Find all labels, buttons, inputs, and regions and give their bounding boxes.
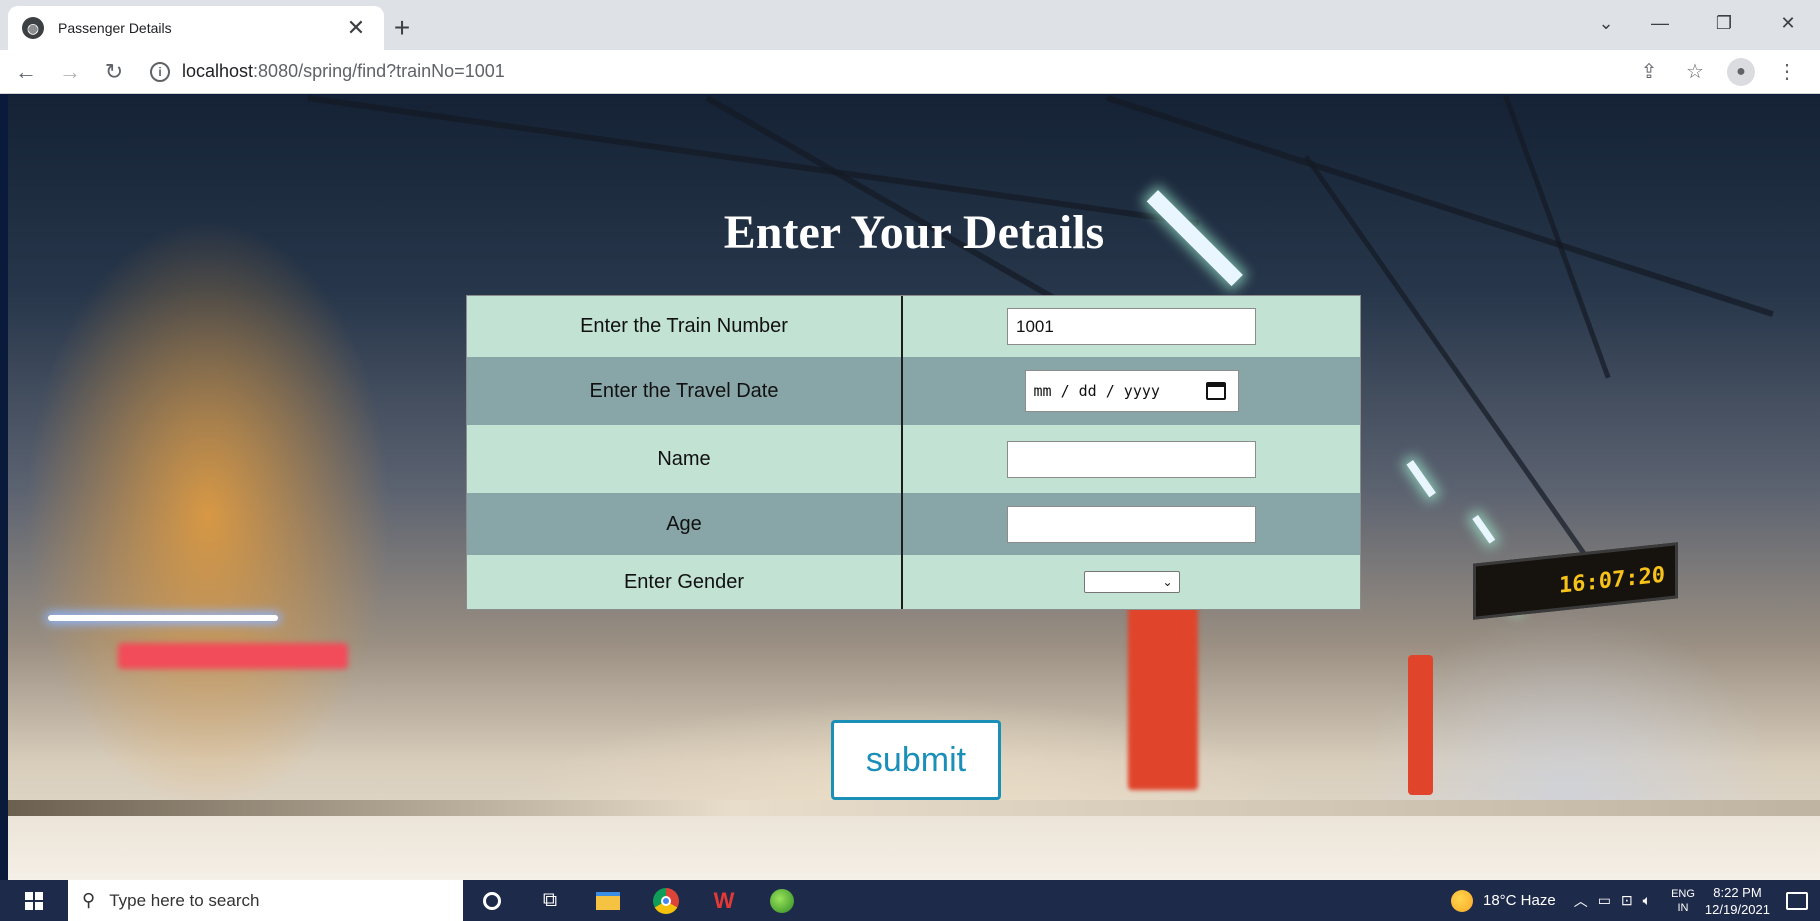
network-icon[interactable]: ⊡ xyxy=(1621,892,1633,909)
date-placeholder: mm / dd / yyyy xyxy=(1033,382,1160,400)
profile-avatar-icon: ● xyxy=(1727,57,1755,86)
new-tab-button[interactable]: + xyxy=(384,10,420,46)
gender-select[interactable]: ⌄ xyxy=(1083,571,1180,593)
age-input[interactable] xyxy=(1007,505,1256,543)
lang-top: ENG xyxy=(1671,887,1695,900)
address-bar[interactable]: i localhost :8080/spring/find?trainNo=10… xyxy=(142,54,1626,90)
restore-icon[interactable]: ❐ xyxy=(1692,0,1756,46)
chrome-button[interactable] xyxy=(637,880,695,921)
form-row-name: Name xyxy=(467,425,1360,493)
forward-arrow-icon[interactable]: → xyxy=(52,54,88,90)
passenger-form-table: Enter the Train Number Enter the Travel … xyxy=(466,295,1361,610)
departure-board: 16:07:20 xyxy=(1473,542,1678,620)
submit-button[interactable]: submit xyxy=(831,720,1001,800)
name-input[interactable] xyxy=(1007,440,1256,478)
gender-label: Enter Gender xyxy=(467,555,903,609)
weather-sun-icon[interactable] xyxy=(1451,889,1473,912)
taskbar-clock[interactable]: 8:22 PM 12/19/2021 xyxy=(1705,884,1770,918)
task-view-icon[interactable]: ⧉ xyxy=(521,880,579,921)
age-cell xyxy=(903,493,1360,555)
travel-date-cell: mm / dd / yyyy xyxy=(903,357,1360,425)
close-window-icon[interactable]: ✕ xyxy=(1756,0,1820,46)
chevron-up-icon[interactable]: ︿ xyxy=(1574,891,1588,911)
profile-button[interactable]: ● xyxy=(1718,54,1764,90)
share-icon[interactable]: ⇪ xyxy=(1626,54,1672,90)
tab-close-icon[interactable]: ✕ xyxy=(342,15,370,41)
back-arrow-icon[interactable]: ← xyxy=(8,54,44,90)
start-button[interactable] xyxy=(0,880,68,921)
language-indicator[interactable]: ENG IN xyxy=(1671,887,1695,915)
reload-icon[interactable]: ↻ xyxy=(96,54,132,90)
chevron-down-icon: ⌄ xyxy=(1162,575,1173,589)
weather-text[interactable]: 18°C Haze xyxy=(1483,892,1556,909)
gender-cell: ⌄ xyxy=(903,555,1360,609)
form-row-age: Age xyxy=(467,493,1360,555)
train-light-streak xyxy=(118,643,348,669)
clock-time: 8:22 PM xyxy=(1713,884,1762,900)
lang-bottom: IN xyxy=(1677,901,1689,914)
file-explorer-icon xyxy=(596,891,620,910)
clock-date: 12/19/2021 xyxy=(1704,901,1770,917)
train-door-stripe xyxy=(1128,590,1198,790)
minimize-icon[interactable]: — xyxy=(1628,0,1692,46)
search-placeholder: Type here to search xyxy=(109,890,260,910)
travel-date-input[interactable]: mm / dd / yyyy xyxy=(1024,370,1239,412)
tab-title: Passenger Details xyxy=(58,20,172,36)
browser-tabstrip: ◍ Passenger Details ✕ + ⌄ — ❐ ✕ xyxy=(0,0,1820,50)
ceiling-light xyxy=(1472,515,1496,544)
search-icon: ⚲ xyxy=(82,890,96,910)
system-tray: 18°C Haze ︿ ▭ ⊡ 🔈︎ ENG IN 8:22 PM 12/19/… xyxy=(1451,880,1820,921)
site-info-icon[interactable]: i xyxy=(150,61,170,82)
train-number-input[interactable] xyxy=(1007,308,1256,345)
cortana-button[interactable] xyxy=(463,880,521,921)
platform-edge xyxy=(8,800,1820,816)
taskbar-search-box[interactable]: ⚲ Type here to search xyxy=(68,880,463,921)
wps-office-icon: W xyxy=(713,887,735,913)
notification-icon[interactable] xyxy=(1786,891,1808,910)
train-number-cell xyxy=(903,296,1360,357)
toolbar-actions: ⇪ ☆ ● ⋮ xyxy=(1626,54,1810,90)
bookmark-star-icon[interactable]: ☆ xyxy=(1672,54,1718,90)
windows-logo-icon xyxy=(25,891,43,910)
departure-board-time: 16:07:20 xyxy=(1559,562,1665,599)
file-explorer-button[interactable] xyxy=(579,880,637,921)
ceiling-light xyxy=(1406,460,1436,498)
url-path: :8080/spring/find?trainNo=1001 xyxy=(253,61,505,81)
train-door-stripe xyxy=(1408,655,1433,795)
travel-date-label: Enter the Travel Date xyxy=(467,357,903,425)
tab-search-chevron-icon[interactable]: ⌄ xyxy=(1584,0,1628,46)
name-cell xyxy=(903,425,1360,493)
form-row-train-number: Enter the Train Number xyxy=(467,296,1360,357)
platform-floor xyxy=(8,816,1820,880)
app-button[interactable] xyxy=(753,880,811,921)
form-row-travel-date: Enter the Travel Date mm / dd / yyyy xyxy=(467,357,1360,425)
calendar-icon[interactable] xyxy=(1205,382,1226,400)
age-label: Age xyxy=(467,493,903,555)
browser-tab[interactable]: ◍ Passenger Details ✕ xyxy=(8,6,384,50)
volume-icon[interactable]: 🔈︎ xyxy=(1643,892,1651,909)
windows-taskbar: ⚲ Type here to search ⧉ W 18°C Haze ︿ ▭ … xyxy=(0,880,1820,921)
battery-icon[interactable]: ▭ xyxy=(1598,892,1611,909)
green-app-icon xyxy=(770,888,794,913)
form-row-gender: Enter Gender ⌄ xyxy=(467,555,1360,609)
globe-icon: ◍ xyxy=(22,17,44,39)
train-number-label: Enter the Train Number xyxy=(467,296,903,357)
url-host: localhost xyxy=(182,61,254,81)
train-light-streak xyxy=(48,615,278,621)
name-label: Name xyxy=(467,425,903,493)
chrome-icon xyxy=(653,887,679,914)
page-viewport: 16:07:20 Enter Your Details Enter the Tr… xyxy=(8,95,1820,880)
browser-toolbar: ← → ↻ i localhost :8080/spring/find?trai… xyxy=(0,50,1820,94)
menu-kebab-icon[interactable]: ⋮ xyxy=(1764,54,1810,90)
wps-office-button[interactable]: W xyxy=(695,880,753,921)
window-controls: ⌄ — ❐ ✕ xyxy=(1584,0,1820,46)
page-title: Enter Your Details xyxy=(723,206,1105,259)
cortana-icon xyxy=(483,891,501,910)
